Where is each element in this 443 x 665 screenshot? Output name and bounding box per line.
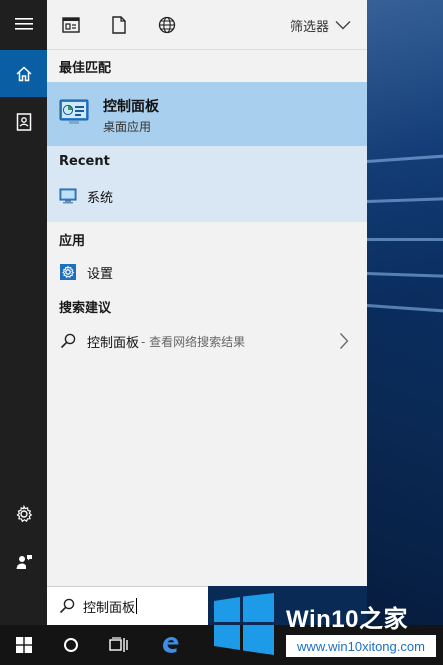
document-icon — [112, 16, 126, 34]
watermark-brand-zh: 之家 — [358, 606, 408, 633]
search-box[interactable]: 控制面板 — [47, 586, 208, 625]
watermark-url: www.win10xitong.com — [286, 635, 436, 657]
task-view-button[interactable] — [95, 625, 143, 665]
watermark-brand-en: Win10 — [286, 606, 359, 633]
home-icon — [15, 65, 32, 81]
cortana-button[interactable] — [47, 625, 95, 665]
best-match-result[interactable]: 控制面板 桌面应用 — [47, 82, 367, 146]
web-suggestion-item[interactable]: 控制面板 - 查看网络搜索结果 — [47, 324, 367, 358]
feedback-icon — [16, 554, 32, 569]
documents-scope-button[interactable] — [107, 13, 131, 37]
settings-button[interactable] — [0, 490, 47, 537]
search-results-panel: 筛选器 最佳匹配 控制面板 桌面应用 Recent 系统 应用 设置 搜索建议 … — [47, 0, 367, 586]
section-recent: Recent — [59, 154, 110, 169]
recent-section: Recent 系统 — [47, 146, 367, 222]
windows-logo — [214, 593, 274, 655]
wallpaper-ray — [367, 272, 443, 280]
search-input[interactable]: 控制面板 — [83, 597, 135, 616]
task-view-icon — [109, 637, 128, 652]
notebook-button[interactable] — [0, 98, 47, 145]
start-button[interactable] — [0, 625, 48, 665]
wallpaper-ray — [367, 238, 443, 241]
chevron-right-icon[interactable] — [339, 332, 349, 354]
search-icon — [59, 332, 77, 350]
hamburger-icon — [14, 17, 33, 30]
recent-item-label: 系统 — [87, 190, 114, 206]
edge-button[interactable] — [146, 625, 194, 665]
best-match-title: 控制面板 — [103, 99, 159, 115]
gear-icon — [59, 263, 77, 281]
chevron-down-icon — [335, 21, 351, 30]
settings-icon — [16, 504, 32, 522]
best-match-subtitle: 桌面应用 — [103, 120, 152, 134]
feedback-button[interactable] — [0, 538, 47, 585]
desktop-wallpaper — [367, 0, 443, 665]
app-item-settings[interactable]: 设置 — [47, 255, 367, 289]
home-button[interactable] — [0, 50, 47, 97]
watermark-brand: Win10之家 — [286, 599, 408, 634]
suggestion-suffix: - 查看网络搜索结果 — [141, 334, 246, 349]
edge-icon — [163, 637, 179, 653]
filter-label: 筛选器 — [289, 19, 329, 35]
search-icon — [59, 598, 75, 614]
wallpaper-ray — [367, 195, 443, 203]
cortana-icon — [64, 638, 78, 652]
section-apps: 应用 — [59, 234, 86, 249]
monitor-icon — [59, 187, 77, 205]
control-panel-icon — [59, 99, 89, 124]
wallpaper-ray — [367, 304, 443, 316]
filter-button[interactable]: 筛选器 — [290, 14, 351, 36]
start-rail — [0, 0, 47, 625]
site-watermark: Win10之家 www.win10xitong.com — [208, 583, 443, 665]
apps-scope-button[interactable] — [59, 13, 83, 37]
suggestion-query: 控制面板 — [87, 335, 140, 351]
web-scope-button[interactable] — [155, 13, 179, 37]
windows-start-icon — [16, 637, 32, 653]
recent-item-system[interactable]: 系统 — [47, 179, 367, 213]
section-best-match: 最佳匹配 — [59, 61, 112, 76]
scope-toolbar: 筛选器 — [47, 0, 367, 50]
notebook-icon — [16, 112, 31, 131]
apps-icon — [62, 17, 80, 33]
text-caret — [136, 598, 138, 614]
globe-icon — [158, 16, 176, 34]
wallpaper-ray — [367, 151, 443, 163]
hamburger-menu-button[interactable] — [0, 0, 47, 47]
app-item-label: 设置 — [87, 266, 114, 282]
section-suggestions: 搜索建议 — [59, 301, 112, 316]
